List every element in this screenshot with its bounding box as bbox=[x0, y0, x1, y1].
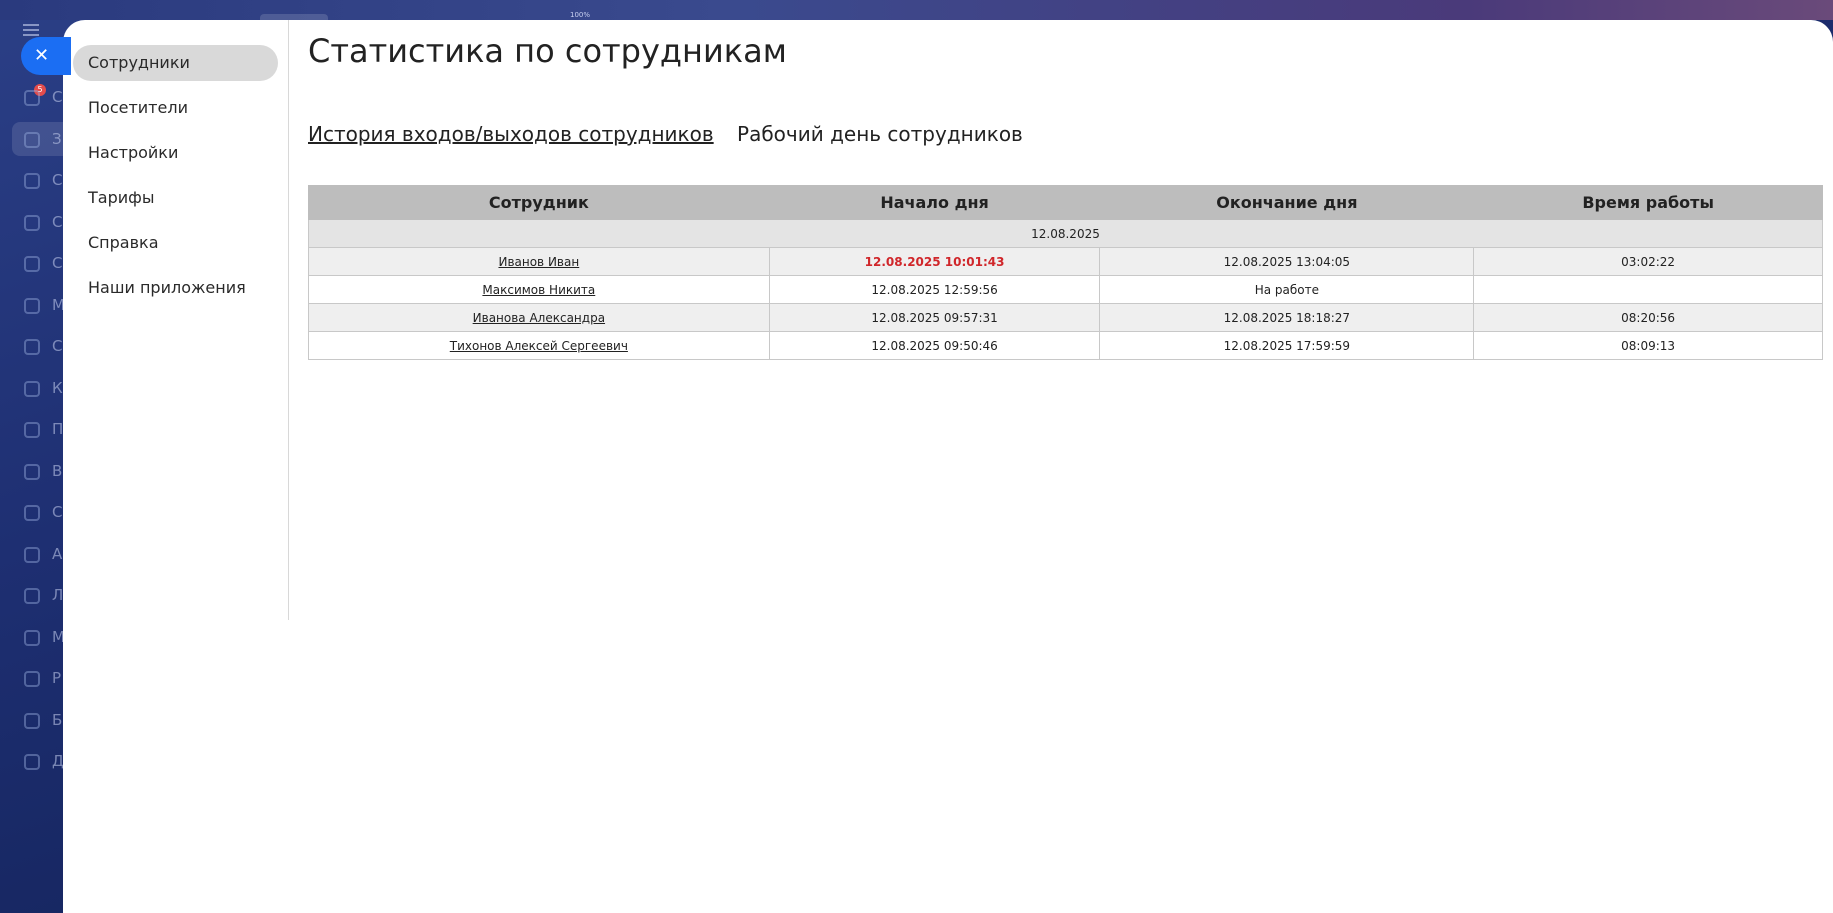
tab-entry-exit-history[interactable]: История входов/выходов сотрудников bbox=[308, 122, 714, 146]
background-nav-label: П bbox=[52, 420, 64, 438]
day-end-cell: 12.08.2025 18:18:27 bbox=[1099, 303, 1475, 332]
table-header-row: Сотрудник Начало дня Окончание дня Время… bbox=[308, 185, 1823, 220]
column-header-employee: Сотрудник bbox=[308, 185, 770, 220]
background-nav-icon bbox=[24, 629, 40, 646]
background-nav-label: Р bbox=[52, 669, 62, 687]
date-group-label: 12.08.2025 bbox=[308, 219, 1823, 248]
background-nav-icon bbox=[24, 90, 40, 106]
background-nav-label: Д bbox=[52, 752, 64, 770]
day-end-cell: На работе bbox=[1099, 275, 1475, 304]
column-header-day-end: Окончание дня bbox=[1099, 185, 1475, 220]
employee-cell: Иванов Иван bbox=[308, 247, 770, 276]
sidebar-item-visitors[interactable]: Посетители bbox=[73, 90, 278, 126]
background-nav-icon bbox=[24, 505, 40, 521]
background-nav-label: С bbox=[52, 337, 63, 355]
employee-link[interactable]: Максимов Никита bbox=[482, 283, 595, 297]
background-nav-icon bbox=[24, 671, 40, 687]
table-row: Иванов Иван 12.08.2025 10:01:43 12.08.20… bbox=[308, 247, 1823, 276]
background-nav-icon bbox=[24, 754, 40, 770]
employee-cell: Максимов Никита bbox=[308, 275, 770, 304]
background-nav: 5 СЗСССМСКПВСАЛМРБД bbox=[0, 0, 72, 913]
background-top-strip: 100% bbox=[0, 0, 1833, 24]
page-title: Статистика по сотрудникам bbox=[308, 32, 787, 70]
stats-table: Сотрудник Начало дня Окончание дня Время… bbox=[308, 185, 1823, 360]
background-nav-label: К bbox=[52, 378, 63, 397]
work-time-cell bbox=[1473, 275, 1823, 304]
background-nav-icon bbox=[24, 546, 40, 563]
sidebar-item-employees[interactable]: Сотрудники bbox=[73, 45, 278, 81]
background-nav-label: Л bbox=[52, 586, 64, 604]
column-header-work-time: Время работы bbox=[1473, 185, 1823, 220]
close-button[interactable]: ✕ bbox=[21, 37, 71, 75]
background-nav-icon bbox=[24, 256, 40, 272]
tab-workday[interactable]: Рабочий день сотрудников bbox=[737, 122, 1023, 146]
sidebar-item-help[interactable]: Справка bbox=[73, 225, 278, 261]
background-nav-label: А bbox=[52, 544, 63, 563]
day-start-cell: 12.08.2025 10:01:43 bbox=[768, 247, 1101, 276]
background-nav-label: С bbox=[52, 88, 63, 106]
employee-link[interactable]: Тихонов Алексей Сергеевич bbox=[450, 339, 628, 353]
background-nav-icon bbox=[24, 588, 40, 604]
sidebar-item-settings[interactable]: Настройки bbox=[73, 135, 278, 171]
background-nav-label: В bbox=[52, 461, 63, 480]
table-row: Максимов Никита 12.08.2025 12:59:56 На р… bbox=[308, 275, 1823, 304]
background-nav-label: С bbox=[52, 171, 63, 189]
hamburger-icon bbox=[23, 24, 39, 36]
tabs: История входов/выходов сотрудников Рабоч… bbox=[308, 122, 1040, 146]
background-nav-label: З bbox=[52, 129, 62, 148]
background-nav-icon bbox=[24, 214, 40, 231]
day-start-cell: 12.08.2025 12:59:56 bbox=[768, 275, 1101, 304]
background-nav-label: С bbox=[52, 254, 63, 272]
employee-link[interactable]: Иванова Александра bbox=[473, 311, 605, 325]
background-nav-icon bbox=[24, 712, 40, 729]
background-nav-icon bbox=[24, 422, 40, 438]
background-nav-icon bbox=[24, 463, 40, 480]
column-header-day-start: Начало дня bbox=[768, 185, 1101, 220]
day-end-cell: 12.08.2025 13:04:05 bbox=[1099, 247, 1475, 276]
background-nav-label: С bbox=[52, 503, 63, 521]
background-nav-icon bbox=[24, 173, 40, 189]
employees-panel: Сотрудники Посетители Настройки Тарифы С… bbox=[63, 20, 1833, 913]
background-nav-label: Б bbox=[52, 710, 63, 729]
date-group-row: 12.08.2025 bbox=[308, 219, 1823, 248]
day-start-cell: 12.08.2025 09:57:31 bbox=[768, 303, 1101, 332]
sidebar-item-our-apps[interactable]: Наши приложения bbox=[73, 270, 278, 306]
background-nav-icon bbox=[24, 339, 40, 355]
day-start-cell: 12.08.2025 09:50:46 bbox=[768, 331, 1101, 360]
work-time-cell: 08:20:56 bbox=[1473, 303, 1823, 332]
sidebar: Сотрудники Посетители Настройки Тарифы С… bbox=[63, 20, 289, 620]
employee-cell: Иванова Александра bbox=[308, 303, 770, 332]
employee-cell: Тихонов Алексей Сергеевич bbox=[308, 331, 770, 360]
work-time-cell: 08:09:13 bbox=[1473, 331, 1823, 360]
work-time-cell: 03:02:22 bbox=[1473, 247, 1823, 276]
background-nav-icon bbox=[24, 380, 40, 397]
employee-link[interactable]: Иванов Иван bbox=[498, 255, 579, 269]
day-end-cell: 12.08.2025 17:59:59 bbox=[1099, 331, 1475, 360]
background-nav-icon bbox=[24, 297, 40, 314]
background-nav-icon bbox=[24, 131, 40, 148]
table-row: Тихонов Алексей Сергеевич 12.08.2025 09:… bbox=[308, 331, 1823, 360]
table-row: Иванова Александра 12.08.2025 09:57:31 1… bbox=[308, 303, 1823, 332]
zoom-label: 100% bbox=[570, 11, 591, 19]
background-nav-label: С bbox=[52, 212, 63, 231]
sidebar-item-tariffs[interactable]: Тарифы bbox=[73, 180, 278, 216]
